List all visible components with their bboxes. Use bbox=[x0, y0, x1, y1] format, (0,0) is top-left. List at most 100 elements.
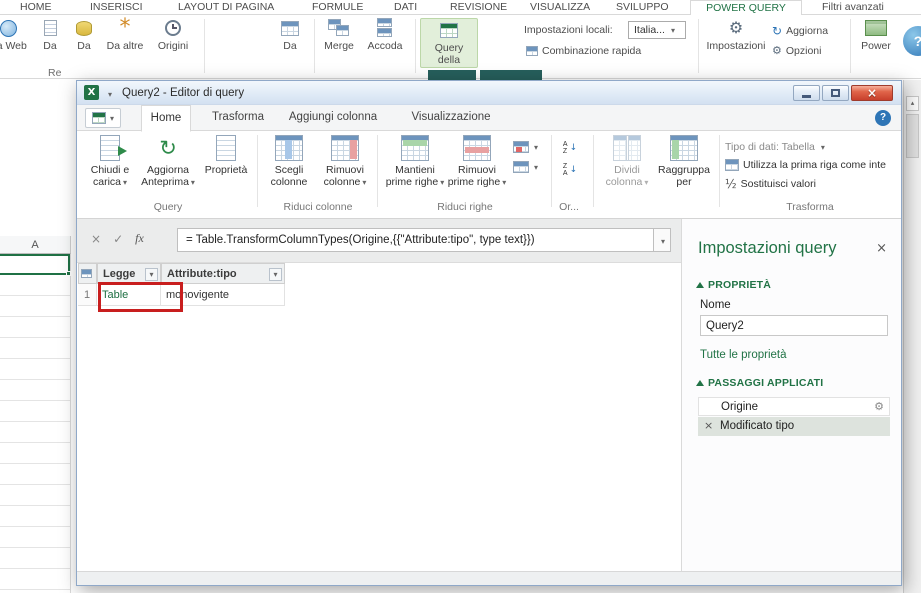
editor-title-bar[interactable]: X Query2 - Editor di query × bbox=[77, 81, 901, 105]
all-properties-link[interactable]: Tutte le proprietà bbox=[700, 349, 787, 361]
workbook-queries-button[interactable]: Query della bbox=[420, 18, 478, 68]
delete-step-icon[interactable]: × bbox=[704, 417, 713, 435]
recent-sources-button[interactable]: Origini bbox=[150, 18, 196, 52]
step-origine[interactable]: Origine ⚙ bbox=[698, 397, 890, 416]
attribute-tipo-filter-button[interactable] bbox=[269, 268, 282, 281]
settings-close-icon[interactable]: × bbox=[876, 241, 887, 256]
update-button[interactable]: ↻ Aggiorna bbox=[772, 24, 828, 38]
scroll-up-button[interactable]: ▴ bbox=[906, 96, 919, 111]
properties-section-header[interactable]: PROPRIETÀ bbox=[696, 279, 771, 291]
replace-values-button[interactable]: ½ Sostituisci valori bbox=[725, 177, 901, 191]
refresh-preview-button[interactable]: ↻ Aggiorna Anteprima bbox=[139, 135, 197, 189]
window-title: Query2 - Editor di query bbox=[122, 86, 245, 99]
scrollbar-thumb[interactable] bbox=[906, 114, 919, 158]
remove-rows-icon bbox=[463, 135, 491, 161]
column-a-header[interactable]: A bbox=[0, 236, 71, 254]
append-button[interactable]: Accoda bbox=[362, 18, 408, 52]
group-label-query: Query bbox=[153, 201, 183, 213]
excel-tab-sviluppo[interactable]: SVILUPPO bbox=[616, 0, 669, 15]
row-tools-button-bottom[interactable] bbox=[513, 161, 538, 173]
from-file-button[interactable]: Da bbox=[34, 18, 66, 52]
editor-tab-aggiungi-colonna[interactable]: Aggiungi colonna bbox=[281, 105, 385, 131]
formula-input[interactable]: = Table.TransformColumnTypes(Origine,{{"… bbox=[177, 228, 671, 252]
excel-vertical-scrollbar[interactable]: ▴ bbox=[903, 80, 921, 593]
excel-tab-inserisci[interactable]: INSERISCI bbox=[90, 0, 143, 15]
refresh-icon: ↻ bbox=[772, 24, 783, 38]
cancel-formula-button[interactable]: × bbox=[91, 232, 101, 246]
group-by-button[interactable]: Raggruppa per bbox=[655, 135, 713, 188]
locale-select[interactable]: Italia... bbox=[628, 21, 686, 39]
editor-tab-bar: Home Trasforma Aggiungi colonna Visualiz… bbox=[77, 105, 901, 132]
from-table-button[interactable]: Da bbox=[272, 18, 308, 52]
confirm-formula-button[interactable]: ✓ bbox=[113, 232, 123, 246]
minimize-icon bbox=[802, 95, 811, 98]
clock-icon bbox=[165, 20, 181, 36]
excel-tab-layout[interactable]: LAYOUT DI PAGINA bbox=[178, 0, 274, 15]
fx-icon[interactable]: fx bbox=[135, 231, 144, 246]
keep-rows-icon bbox=[401, 135, 429, 161]
from-database-button[interactable]: Da bbox=[68, 18, 100, 52]
column-header-attribute-tipo[interactable]: Attribute:tipo bbox=[161, 263, 285, 284]
maximize-button[interactable] bbox=[822, 85, 849, 101]
remove-top-rows-button[interactable]: Rimuovi prime righe bbox=[447, 135, 507, 189]
excel-tab-home[interactable]: HOME bbox=[20, 0, 52, 15]
database-icon bbox=[76, 20, 92, 36]
applied-steps-list: Origine ⚙ × Modificato tipo bbox=[698, 397, 890, 436]
name-label: Nome bbox=[700, 299, 731, 311]
formula-expand-button[interactable] bbox=[653, 228, 671, 252]
row-tool-icon bbox=[513, 141, 529, 153]
query-name-input[interactable] bbox=[700, 315, 888, 336]
grid-corner-cell[interactable] bbox=[78, 263, 97, 284]
settings-button[interactable]: ⚙ Impostazioni bbox=[702, 18, 770, 53]
data-type-select[interactable]: Tipo di dati: Tabella bbox=[725, 141, 901, 153]
sort-descending-button[interactable]: ZA ↓ bbox=[557, 161, 583, 179]
editor-help-icon[interactable]: ? bbox=[875, 110, 891, 126]
options-button[interactable]: ⚙ Opzioni bbox=[772, 44, 821, 57]
properties-button[interactable]: Proprietà bbox=[199, 135, 253, 176]
remove-columns-button[interactable]: Rimuovi colonne bbox=[317, 135, 373, 189]
editor-tab-visualizzazione[interactable]: Visualizzazione bbox=[403, 105, 499, 131]
legge-filter-button[interactable] bbox=[145, 268, 158, 281]
sheet-gridlines[interactable] bbox=[0, 254, 71, 593]
editor-tab-trasforma[interactable]: Trasforma bbox=[203, 105, 273, 131]
table-menu-icon bbox=[81, 269, 92, 278]
keep-top-rows-button[interactable]: Mantieni prime righe bbox=[385, 135, 445, 189]
query-editor-window: X Query2 - Editor di query × Home Trasfo… bbox=[76, 80, 902, 586]
append-icon bbox=[375, 18, 395, 38]
merge-button[interactable]: Merge bbox=[318, 18, 360, 52]
excel-tab-revisione[interactable]: REVISIONE bbox=[450, 0, 507, 15]
minimize-button[interactable] bbox=[793, 85, 820, 101]
applied-steps-section-header[interactable]: PASSAGGI APPLICATI bbox=[696, 377, 823, 389]
arrow-down-icon: ↓ bbox=[569, 142, 578, 153]
globe-icon bbox=[0, 19, 17, 37]
excel-tab-formule[interactable]: FORMULE bbox=[312, 0, 363, 15]
ribbon-separator bbox=[257, 135, 258, 207]
choose-columns-button[interactable]: Scegli colonne bbox=[263, 135, 315, 188]
close-button[interactable]: × bbox=[851, 85, 893, 101]
close-and-load-button[interactable]: Chiudi e carica bbox=[83, 135, 137, 189]
editor-tab-home[interactable]: Home bbox=[141, 105, 191, 132]
gear-icon: ⚙ bbox=[728, 18, 744, 37]
from-other-sources-button[interactable]: * Da altre bbox=[102, 17, 148, 53]
excel-tab-filtri-avanzati[interactable]: Filtri avanzati bbox=[822, 0, 884, 15]
row-tools-button-top[interactable] bbox=[513, 141, 538, 153]
split-column-button[interactable]: Dividi colonna bbox=[601, 135, 653, 189]
quick-access-dropdown-icon[interactable] bbox=[106, 84, 112, 102]
column-header-legge[interactable]: Legge bbox=[97, 263, 161, 284]
power-pivot-button[interactable]: Power bbox=[854, 18, 898, 52]
group-label-riduci-colonne: Riduci colonne bbox=[283, 201, 353, 213]
ribbon-group-label-cut: Re bbox=[48, 67, 62, 79]
excel-tab-visualizza[interactable]: VISUALIZZA bbox=[530, 0, 590, 15]
sort-ascending-button[interactable]: AZ ↓ bbox=[557, 139, 583, 157]
file-menu-button[interactable] bbox=[85, 108, 121, 128]
fill-handle[interactable] bbox=[66, 271, 71, 276]
step-gear-icon[interactable]: ⚙ bbox=[874, 398, 884, 416]
table-icon bbox=[281, 20, 299, 36]
use-first-row-as-headers-button[interactable]: Utilizza la prima riga come inte bbox=[725, 159, 901, 171]
excel-tab-power-query[interactable]: POWER QUERY bbox=[690, 0, 802, 15]
query-settings-panel: Impostazioni query × PROPRIETÀ Nome Tutt… bbox=[681, 219, 901, 571]
excel-tab-dati[interactable]: DATI bbox=[394, 0, 417, 15]
fast-combine-button[interactable]: Combinazione rapida bbox=[526, 45, 641, 57]
from-web-button[interactable]: Da Web bbox=[0, 18, 30, 52]
step-modificato-tipo[interactable]: × Modificato tipo bbox=[698, 417, 890, 436]
